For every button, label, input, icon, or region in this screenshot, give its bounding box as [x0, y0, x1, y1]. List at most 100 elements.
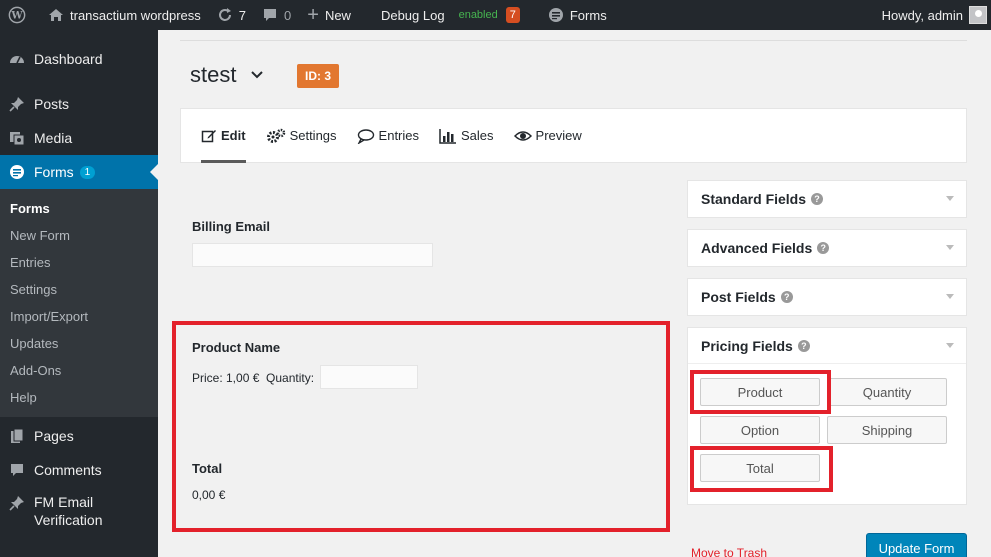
menu-pages[interactable]: Pages [0, 419, 158, 453]
speech-bubble-icon [357, 128, 375, 144]
submenu-entries[interactable]: Entries [0, 249, 158, 276]
dashboard-icon [8, 51, 26, 67]
advanced-fields-title: Advanced Fields [701, 240, 813, 256]
menu-forms-label: Forms [34, 164, 74, 180]
caret-down-icon [946, 245, 954, 250]
forms-admin-link[interactable]: Forms [528, 0, 615, 30]
edit-icon [201, 128, 217, 144]
updates-count: 7 [238, 7, 247, 23]
standard-fields-title: Standard Fields [701, 191, 807, 207]
pages-icon [8, 428, 26, 444]
billing-email-input[interactable] [192, 243, 433, 267]
my-account-link[interactable]: Howdy, admin [874, 0, 991, 30]
avatar [969, 6, 987, 24]
menu-media-label: Media [34, 130, 73, 146]
plus-icon: + [307, 3, 319, 26]
updates-link[interactable]: 7 [209, 0, 254, 30]
submenu-updates[interactable]: Updates [0, 330, 158, 357]
tab-edit-label: Edit [221, 128, 246, 143]
site-name-link[interactable]: transactium wordpress [40, 0, 209, 30]
menu-posts-label: Posts [34, 96, 70, 112]
menu-fm-email-verification[interactable]: FM Email Verification [0, 487, 158, 531]
advanced-fields-panel[interactable]: Advanced Fields ? [687, 229, 967, 267]
help-icon[interactable]: ? [811, 193, 824, 205]
form-switcher-chevron-down-icon[interactable] [250, 67, 264, 83]
menu-media[interactable]: Media [0, 121, 158, 155]
home-icon [48, 7, 64, 23]
comments-icon [8, 462, 26, 478]
menu-posts[interactable]: Posts [0, 87, 158, 121]
forms-admin-label: Forms [569, 7, 607, 23]
site-name: transactium wordpress [70, 7, 201, 23]
tab-entries-label: Entries [378, 128, 420, 143]
forms-submenu: Forms New Form Entries Settings Import/E… [0, 189, 158, 417]
form-header: stest [190, 62, 264, 88]
submenu-settings[interactable]: Settings [0, 276, 158, 303]
total-button-highlight-box [690, 446, 833, 492]
eye-icon [513, 128, 532, 144]
quantity-field-button[interactable]: Quantity [827, 378, 947, 406]
new-content-link[interactable]: + New [299, 0, 359, 30]
menu-fm-email-line2: Verification [34, 512, 103, 528]
admin-sidebar: Dashboard Posts Media Forms 1 Forms New … [0, 30, 158, 557]
submenu-forms[interactable]: Forms [0, 195, 158, 222]
comments-link[interactable]: 0 [254, 0, 299, 30]
forms-icon [548, 7, 564, 23]
advanced-fields-header[interactable]: Advanced Fields ? [688, 230, 966, 266]
tab-sales-label: Sales [461, 128, 494, 143]
pin-icon [8, 96, 26, 112]
bar-chart-icon [439, 128, 457, 144]
tab-preview-label: Preview [535, 128, 582, 143]
submenu-new-form[interactable]: New Form [0, 222, 158, 249]
product-button-highlight-box [690, 370, 831, 414]
help-icon[interactable]: ? [797, 339, 810, 352]
tab-sales[interactable]: Sales [439, 108, 494, 163]
submenu-add-ons[interactable]: Add-Ons [0, 357, 158, 384]
tab-entries[interactable]: Entries [357, 108, 419, 163]
shipping-field-button[interactable]: Shipping [827, 416, 947, 444]
menu-dashboard[interactable]: Dashboard [0, 42, 158, 76]
wordpress-logo-button[interactable]: W [0, 0, 40, 30]
pricing-fields-title: Pricing Fields [701, 337, 793, 354]
refresh-icon [217, 7, 233, 23]
help-icon[interactable]: ? [780, 291, 793, 303]
menu-pages-label: Pages [34, 428, 74, 444]
menu-comments-label: Comments [34, 462, 102, 478]
svg-text:W: W [10, 11, 23, 22]
greeting: Howdy, admin [881, 7, 963, 23]
admin-bar: W transactium wordpress 7 0 + New Debug … [0, 0, 991, 30]
form-toolbar-tabs: Edit Settings Entries Sales Preview [180, 108, 967, 163]
comments-count: 0 [284, 7, 292, 23]
pricing-fields-header[interactable]: Pricing Fields ? [688, 328, 966, 364]
caret-down-icon [946, 343, 954, 348]
standard-fields-panel[interactable]: Standard Fields ? [687, 180, 967, 218]
menu-forms[interactable]: Forms 1 [0, 155, 158, 189]
product-price-quantity-text: Price: 1,00 € Quantity: [192, 371, 315, 385]
product-name-label: Product Name [192, 340, 281, 355]
tab-preview[interactable]: Preview [513, 108, 582, 163]
total-value: 0,00 € [192, 488, 226, 502]
billing-email-label: Billing Email [192, 219, 271, 234]
help-icon[interactable]: ? [817, 242, 830, 254]
debug-log-link[interactable]: Debug Log enabled 7 [359, 0, 528, 30]
menu-comments[interactable]: Comments [0, 453, 158, 487]
submenu-help[interactable]: Help [0, 384, 158, 411]
standard-fields-header[interactable]: Standard Fields ? [688, 181, 966, 217]
tab-settings[interactable]: Settings [266, 108, 337, 163]
submenu-import-export[interactable]: Import/Export [0, 303, 158, 330]
page-top-divider [180, 40, 967, 41]
post-fields-title: Post Fields [701, 289, 776, 305]
post-fields-panel[interactable]: Post Fields ? [687, 278, 967, 316]
debug-count-badge: 7 [505, 7, 520, 23]
update-form-button[interactable]: Update Form [866, 533, 967, 557]
forms-update-badge: 1 [79, 165, 96, 179]
tab-edit[interactable]: Edit [201, 108, 246, 163]
post-fields-header[interactable]: Post Fields ? [688, 279, 966, 315]
caret-down-icon [946, 294, 954, 299]
forms-menu-icon [8, 164, 26, 180]
option-field-button[interactable]: Option [700, 416, 820, 444]
form-title: stest [190, 62, 237, 87]
move-to-trash-link[interactable]: Move to Trash [691, 546, 767, 557]
total-label: Total [192, 461, 223, 476]
quantity-input[interactable] [320, 365, 418, 389]
